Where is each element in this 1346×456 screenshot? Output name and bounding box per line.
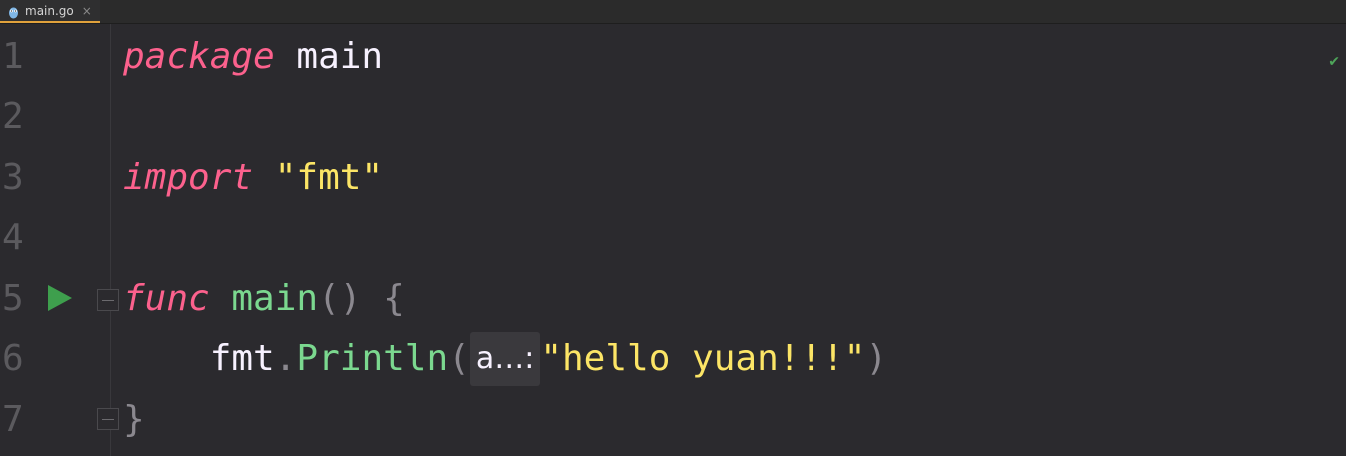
punctuation: ) xyxy=(865,338,888,379)
line-number: 2 xyxy=(2,96,24,137)
string-literal: "hello yuan!!!" xyxy=(540,338,866,379)
function-name: main xyxy=(209,278,319,319)
code-text[interactable]: import "fmt" xyxy=(123,148,383,208)
punctuation: ( xyxy=(448,338,470,379)
code-line-4[interactable]: 4 xyxy=(0,208,1346,268)
code-line-7[interactable]: 7 } xyxy=(0,390,1346,450)
parameter-hint: a…: xyxy=(469,332,541,386)
code-text[interactable]: package main xyxy=(123,27,383,87)
code-text[interactable]: fmt.Println(a…: "hello yuan!!!") xyxy=(123,329,887,389)
line-number: 4 xyxy=(2,217,24,258)
keyword: func xyxy=(123,278,210,319)
identifier: main xyxy=(274,36,384,77)
close-icon[interactable]: × xyxy=(82,4,92,18)
punctuation: } xyxy=(123,399,145,440)
line-number: 3 xyxy=(2,157,24,198)
code-line-3[interactable]: 3 import "fmt" xyxy=(0,148,1346,208)
punctuation: . xyxy=(274,338,297,379)
punctuation: () { xyxy=(318,278,405,319)
code-line-1[interactable]: 1 package main xyxy=(0,27,1346,87)
code-line-2[interactable]: 2 xyxy=(0,87,1346,147)
code-text[interactable]: func main() { xyxy=(123,269,405,329)
run-icon[interactable] xyxy=(48,285,72,311)
code-text[interactable]: } xyxy=(123,390,145,450)
tab-bar: main.go × xyxy=(0,0,1346,24)
code-editor[interactable]: ✔ 1 package main 2 3 import "fmt" 4 5 fu… xyxy=(0,24,1346,456)
line-number: 7 xyxy=(2,399,24,440)
keyword: package xyxy=(123,36,275,77)
package-identifier: fmt xyxy=(209,338,275,379)
line-number: 6 xyxy=(2,338,24,379)
code-line-6[interactable]: 6 fmt.Println(a…: "hello yuan!!!") xyxy=(0,329,1346,389)
line-number: 1 xyxy=(2,36,24,77)
tab-main-go[interactable]: main.go × xyxy=(0,0,100,23)
tab-label: main.go xyxy=(25,3,74,18)
function-name: Println xyxy=(296,338,449,379)
fold-icon[interactable] xyxy=(97,289,119,311)
line-number: 5 xyxy=(2,278,24,319)
gopher-file-icon xyxy=(8,4,19,18)
fold-icon[interactable] xyxy=(97,408,119,430)
string-literal: "fmt" xyxy=(253,157,384,198)
keyword: import xyxy=(123,157,254,198)
code-line-5[interactable]: 5 func main() { xyxy=(0,269,1346,329)
